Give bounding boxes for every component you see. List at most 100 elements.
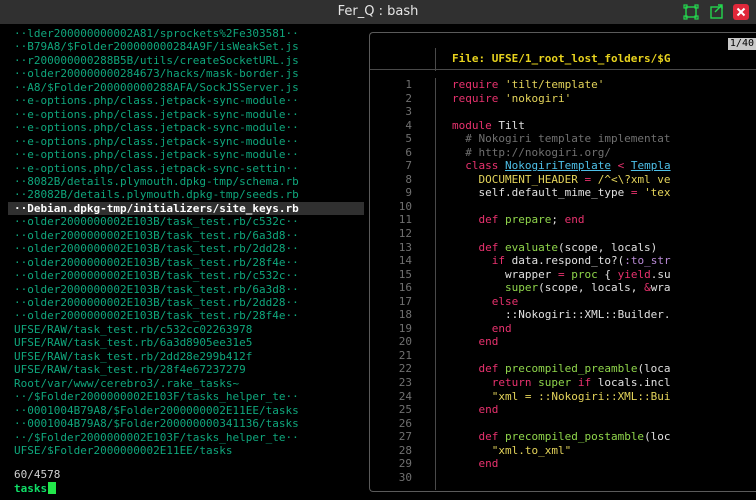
code-text: DOCUMENT_HEADER = /^<\?xml ve bbox=[452, 172, 671, 187]
preview-pane[interactable]: 1/40 File: UFSE/1_root_lost_folders/$G 1… bbox=[369, 32, 756, 492]
code-token: end bbox=[564, 213, 585, 227]
code-text: end bbox=[452, 403, 498, 417]
file-list-item[interactable]: ··0001004B79A8/$Folder2000000002E11EE/ta… bbox=[14, 404, 299, 417]
code-line: 20 end bbox=[370, 335, 756, 349]
file-list-item[interactable]: ··0001004B79A8/$Folder200000000341136/ta… bbox=[14, 417, 299, 430]
code-text: module Tilt bbox=[452, 119, 525, 133]
code-token: module bbox=[452, 118, 499, 132]
file-list-item[interactable]: ··Debian.dpkg-tmp/initializers/site_keys… bbox=[8, 201, 364, 215]
code-token: if bbox=[577, 376, 598, 390]
code-token: /^<\?xml ve bbox=[597, 172, 671, 186]
file-list-item[interactable]: ··e-options.php/class.jetpack-sync-modul… bbox=[14, 108, 299, 121]
pin-icon[interactable] bbox=[709, 4, 725, 20]
code-text: end bbox=[452, 335, 498, 349]
line-number: 7 bbox=[405, 159, 412, 173]
match-count: 60/4578 bbox=[14, 468, 61, 481]
code-line: 24 "xml = ::Nokogiri::XML::Bui bbox=[370, 390, 756, 404]
code-token: < bbox=[610, 159, 631, 173]
file-list-item[interactable]: ··A8/$Folder200000000288AFA/SockJSServer… bbox=[14, 81, 299, 94]
code-line: 23 return super if locals.incl bbox=[370, 376, 756, 390]
line-number: 18 bbox=[398, 308, 412, 322]
line-number: 26 bbox=[398, 416, 412, 430]
code-text: def evaluate(scope, locals) bbox=[452, 241, 657, 255]
line-number: 15 bbox=[398, 267, 412, 281]
close-icon[interactable] bbox=[733, 4, 749, 20]
file-list-item[interactable]: ··older2000000002E103B/task_test.rb/28f4… bbox=[14, 256, 299, 269]
code-text: if data.respond_to?(:to_str bbox=[452, 254, 671, 268]
file-list-item[interactable]: ··older200000000284673/hacks/mask-border… bbox=[14, 67, 299, 80]
file-list-item[interactable]: ··e-options.php/class.jetpack-sync-modul… bbox=[14, 121, 299, 134]
header-divider bbox=[435, 48, 436, 71]
file-list-item[interactable]: ··older2000000002E103B/task_test.rb/c532… bbox=[14, 269, 299, 282]
terminal-area[interactable]: ··lder200000000002A81/sprockets%2Fe30358… bbox=[0, 24, 756, 500]
file-list-item[interactable]: ··lder200000000002A81/sprockets%2Fe30358… bbox=[14, 27, 299, 40]
code-token: yield bbox=[617, 267, 651, 281]
file-list-item[interactable]: ··/$Folder2000000002E103F/tasks_helper_t… bbox=[14, 431, 299, 444]
code-token: (loca bbox=[637, 362, 671, 376]
file-list-item[interactable]: UFSE/RAW/task_test.rb/28f4e67237279 bbox=[14, 363, 246, 376]
line-number: 8 bbox=[405, 172, 412, 186]
code-text: self.default_mime_type = 'tex bbox=[452, 186, 670, 200]
fzf-results-list[interactable]: ··lder200000000002A81/sprockets%2Fe30358… bbox=[0, 24, 364, 454]
file-list-item[interactable]: ··older2000000002E103B/task_test.rb/2dd2… bbox=[14, 296, 299, 309]
line-number: 22 bbox=[398, 362, 412, 376]
file-list-item[interactable]: ··e-options.php/class.jetpack-sync-modul… bbox=[14, 135, 299, 148]
code-token: proc bbox=[571, 267, 605, 281]
code-line: 27 def precompiled_postamble(loc bbox=[370, 430, 756, 444]
file-list-item[interactable]: ··B79A8/$Folder200000000284A9F/isWeakSet… bbox=[14, 40, 299, 53]
code-line: 1 require 'tilt/template' bbox=[370, 78, 756, 92]
line-number: 10 bbox=[398, 199, 412, 213]
file-list-item[interactable]: ··8082B/details.plymouth.dpkg-tmp/schema… bbox=[14, 175, 299, 188]
code-line: 3 bbox=[370, 105, 756, 119]
file-list-item[interactable]: ··e-options.php/class.jetpack-sync-setti… bbox=[14, 162, 299, 175]
code-token: def bbox=[452, 240, 505, 254]
code-token: locals.incl bbox=[597, 376, 671, 390]
file-list-item[interactable]: ··e-options.php/class.jetpack-sync-modul… bbox=[14, 148, 299, 161]
file-list-item[interactable]: ··/$Folder2000000002E103F/tasks_helper_t… bbox=[14, 390, 299, 403]
code-line: 6 # http://nokogiri.org/ bbox=[370, 146, 756, 160]
code-token: DOCUMENT_HEADER bbox=[452, 172, 585, 186]
file-list-item[interactable]: ··older2000000002E103B/task_test.rb/c532… bbox=[14, 215, 299, 228]
code-token: (scope, locals) bbox=[557, 240, 658, 254]
code-line: 15 wrapper = proc { yield.su bbox=[370, 268, 756, 282]
code-token: precompiled_preamble bbox=[504, 362, 638, 376]
code-line: 9 self.default_mime_type = 'tex bbox=[370, 186, 756, 200]
file-list-item[interactable]: ··e-options.php/class.jetpack-sync-modul… bbox=[14, 94, 299, 107]
code-token: Tilt bbox=[498, 118, 525, 132]
file-list-item[interactable]: ··older2000000002E103B/task_test.rb/28f4… bbox=[14, 309, 299, 322]
code-token: class bbox=[452, 159, 505, 173]
maximize-icon[interactable] bbox=[683, 4, 699, 20]
code-text: # Nokogiri template implementat bbox=[452, 132, 670, 146]
code-text: "xml.to_xml" bbox=[452, 444, 571, 458]
code-token: "xml = ::Nokogiri::XML::Bui bbox=[452, 389, 671, 403]
code-token: super bbox=[538, 376, 578, 390]
code-token: def bbox=[452, 362, 505, 376]
line-number: 20 bbox=[398, 335, 412, 349]
file-list-item[interactable]: UFSE/RAW/task_test.rb/6a3d8905ee31e5 bbox=[14, 336, 252, 349]
file-list-item[interactable]: ··28082B/details.plymouth.dpkg-tmp/seeds… bbox=[14, 188, 299, 201]
code-token: if bbox=[452, 254, 512, 268]
window-titlebar[interactable]: Fer_Q : bash bbox=[0, 0, 756, 24]
code-token: evaluate bbox=[504, 240, 558, 254]
file-list-item[interactable]: ··older2000000002E103B/task_test.rb/6a3d… bbox=[14, 229, 299, 242]
code-line: 26 bbox=[370, 417, 756, 431]
file-list-item[interactable]: Root/var/www/cerebro3/.rake_tasks~ bbox=[14, 377, 239, 390]
fzf-query-input[interactable]: tasks bbox=[14, 482, 57, 495]
line-number: 3 bbox=[405, 105, 412, 119]
code-line: 17 else bbox=[370, 295, 756, 309]
file-list-item[interactable]: ··older2000000002E103B/task_test.rb/2dd2… bbox=[14, 242, 299, 255]
line-number: 5 bbox=[405, 132, 412, 146]
file-list-item[interactable]: ··r200000000288B5B/utils/createSocketURL… bbox=[14, 54, 299, 67]
file-list-item[interactable]: UFSE/RAW/task_test.rb/2dd28e299b412f bbox=[14, 350, 252, 363]
code-line: 19 end bbox=[370, 322, 756, 336]
line-number: 17 bbox=[398, 294, 412, 308]
code-token: end bbox=[452, 457, 499, 471]
line-number: 4 bbox=[405, 118, 412, 132]
file-list-item[interactable]: UFSE/$Folder2000000002E11EE/tasks bbox=[14, 444, 233, 454]
code-token: require bbox=[452, 91, 505, 105]
code-text: def precompiled_preamble(loca bbox=[452, 362, 671, 376]
line-number: 27 bbox=[398, 430, 412, 444]
code-token: NokogiriTemplate bbox=[504, 159, 611, 173]
file-list-item[interactable]: UFSE/RAW/task_test.rb/c532cc02263978 bbox=[14, 323, 252, 336]
file-list-item[interactable]: ··older2000000002E103B/task_test.rb/6a3d… bbox=[14, 283, 299, 296]
